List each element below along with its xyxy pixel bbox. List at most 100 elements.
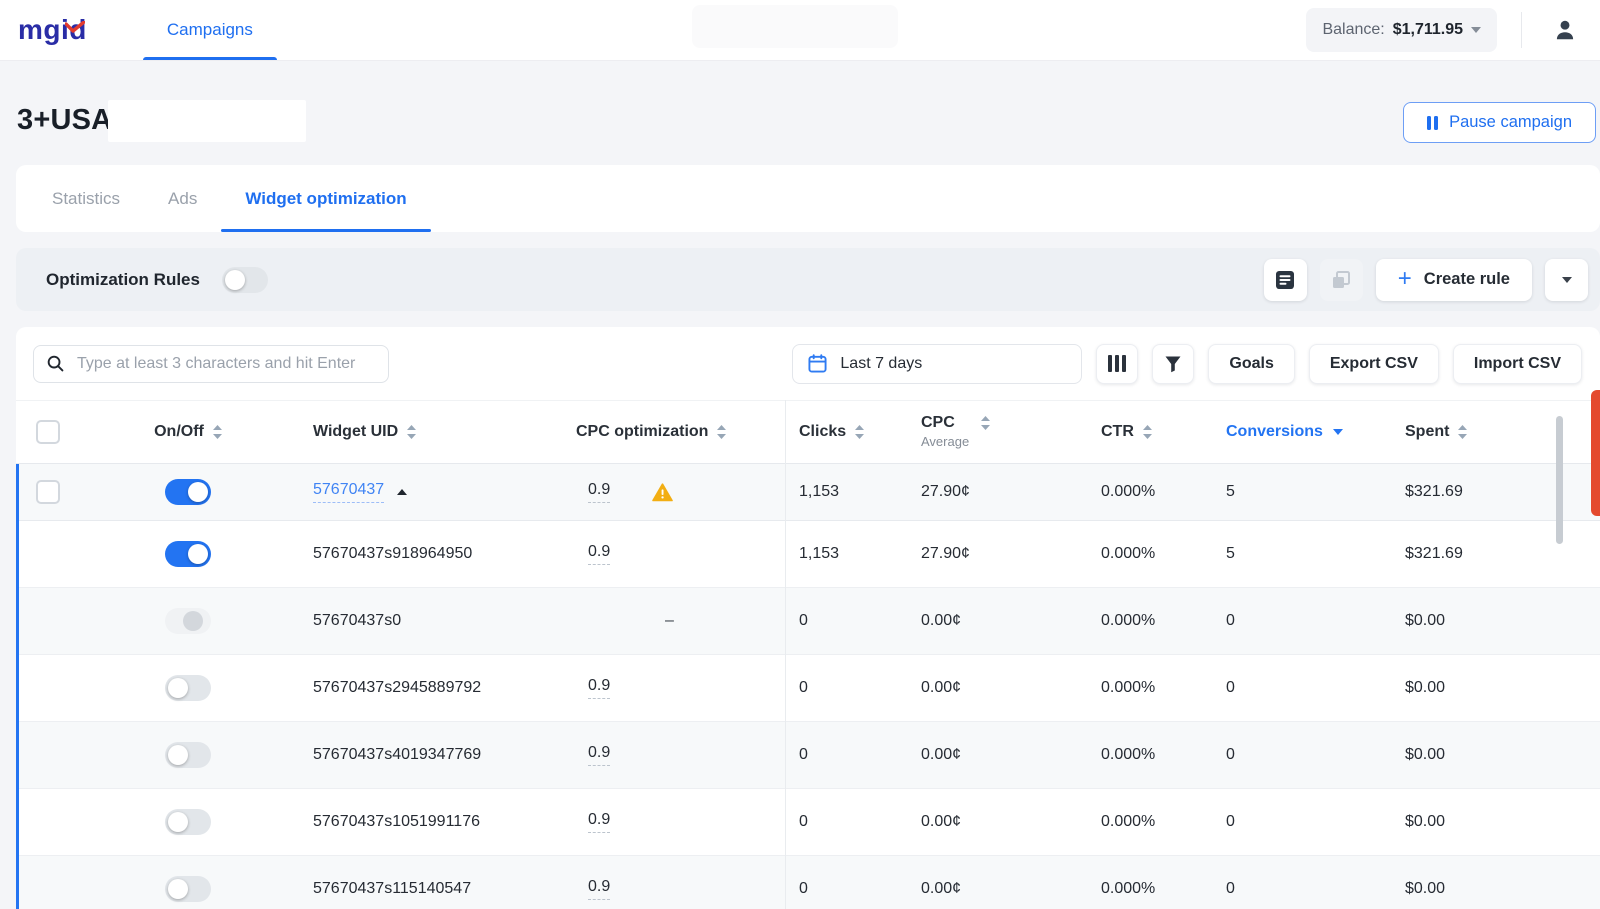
cpc-optimization-value[interactable]: 0.9 [588, 811, 610, 833]
search-input[interactable] [75, 354, 376, 374]
table-column-divider [785, 400, 786, 909]
header-on-off[interactable]: On/Off [76, 423, 300, 441]
columns-settings-button[interactable] [1096, 344, 1138, 384]
header-cpc-optimization[interactable]: CPC optimization [560, 423, 785, 441]
calendar-icon [808, 354, 827, 373]
row-on-off-toggle[interactable] [165, 742, 211, 768]
create-rule-label: Create rule [1424, 270, 1510, 289]
mgid-logo[interactable]: mgid [18, 16, 87, 44]
tab-ads[interactable]: Ads [144, 165, 221, 232]
nav-campaigns[interactable]: Campaigns [143, 0, 277, 60]
cpc-value: 0.00¢ [921, 813, 961, 831]
logo-check-icon [65, 10, 85, 38]
conversions-value: 0 [1226, 880, 1235, 898]
goals-button[interactable]: Goals [1208, 344, 1294, 384]
top-bar: mgid Campaigns Balance: $1,711.95 [0, 0, 1600, 61]
table-body: 57670437 0.9 1,153 27.90¢ 0.000% 5 $321.69 5767… [16, 464, 1600, 909]
row-on-off-toggle[interactable] [165, 809, 211, 835]
conversions-value: 0 [1226, 813, 1235, 831]
balance-label: Balance: [1322, 21, 1384, 39]
row-on-off-toggle[interactable] [165, 876, 211, 902]
ctr-value: 0.000% [1101, 813, 1155, 831]
sort-arrows-icon[interactable] [213, 425, 222, 439]
warning-icon[interactable] [652, 483, 673, 502]
clicks-value: 1,153 [799, 545, 839, 563]
caret-down-icon [1471, 27, 1481, 33]
cpc-value: 0.00¢ [921, 746, 961, 764]
campaign-tabs: Statistics Ads Widget optimization [16, 165, 1600, 232]
conversions-value: 0 [1226, 612, 1235, 630]
conversions-value: 0 [1226, 746, 1235, 764]
clicks-value: 0 [799, 746, 808, 764]
widget-optimization-panel: Last 7 days Goals Export CSV Import CSV … [16, 327, 1600, 909]
sort-arrows-icon[interactable] [717, 425, 726, 439]
duplicate-rules-button [1320, 259, 1363, 301]
clicks-value: 1,153 [799, 483, 839, 501]
conversions-value: 5 [1226, 483, 1235, 501]
sort-arrows-icon[interactable] [855, 425, 864, 439]
widgets-table: On/Off Widget UID CPC optimization Click… [16, 400, 1600, 909]
sort-arrows-icon[interactable] [1143, 425, 1152, 439]
widget-uid-value: 57670437s0 [313, 612, 401, 630]
feedback-side-tab[interactable] [1591, 390, 1600, 516]
balance-value: $1,711.95 [1393, 21, 1463, 39]
header-spent[interactable]: Spent [1385, 423, 1600, 441]
cpc-optimization-value[interactable]: 0.9 [588, 677, 610, 699]
redacted-header-block [692, 5, 898, 48]
spent-value: $0.00 [1405, 679, 1445, 697]
funnel-icon [1164, 355, 1182, 373]
balance-dropdown[interactable]: Balance: $1,711.95 [1306, 8, 1497, 52]
collapse-caret-icon[interactable] [397, 489, 407, 495]
header-clicks[interactable]: Clicks [785, 423, 905, 441]
spent-value: $0.00 [1405, 880, 1445, 898]
spent-value: $321.69 [1405, 545, 1463, 563]
date-range-picker[interactable]: Last 7 days [792, 344, 1082, 384]
header-widget-uid[interactable]: Widget UID [300, 423, 560, 441]
spent-value: $0.00 [1405, 813, 1445, 831]
cpc-value: 0.00¢ [921, 679, 961, 697]
row-on-off-toggle[interactable] [165, 541, 211, 567]
select-all-checkbox[interactable] [36, 420, 60, 444]
ctr-value: 0.000% [1101, 612, 1155, 630]
ctr-value: 0.000% [1101, 545, 1155, 563]
cpc-optimization-value[interactable]: 0.9 [588, 744, 610, 766]
rules-log-button[interactable] [1264, 259, 1307, 301]
pause-campaign-button[interactable]: Pause campaign [1403, 102, 1596, 143]
header-conversions[interactable]: Conversions [1210, 423, 1385, 441]
vertical-scrollbar[interactable] [1556, 416, 1563, 544]
widget-uid-value: 57670437s918964950 [313, 545, 472, 563]
topbar-divider [1521, 12, 1522, 48]
header-ctr[interactable]: CTR [1085, 423, 1210, 441]
sort-arrows-icon[interactable] [1458, 425, 1467, 439]
filter-button[interactable] [1152, 344, 1194, 384]
tab-widget-optimization[interactable]: Widget optimization [221, 165, 430, 232]
export-csv-button[interactable]: Export CSV [1309, 344, 1439, 384]
user-menu-button[interactable] [1542, 7, 1588, 53]
cpc-value: 27.90¢ [921, 545, 970, 563]
tab-statistics[interactable]: Statistics [28, 165, 144, 232]
date-range-value: Last 7 days [840, 355, 922, 373]
sort-arrows-icon[interactable] [981, 416, 990, 430]
row-on-off-toggle [165, 608, 211, 634]
cpc-optimization-value[interactable]: 0.9 [588, 543, 610, 565]
header-cpc[interactable]: CPC Average [905, 414, 1085, 450]
search-icon [46, 354, 65, 373]
optimization-rules-toggle[interactable] [222, 267, 268, 293]
widget-uid-link[interactable]: 57670437 [313, 481, 384, 503]
cpc-optimization-value[interactable]: 0.9 [588, 481, 610, 503]
optimization-rules-label: Optimization Rules [46, 270, 200, 290]
create-rule-more-button[interactable] [1545, 259, 1588, 301]
sort-arrows-icon[interactable] [407, 425, 416, 439]
cpc-value: 27.90¢ [921, 483, 970, 501]
cpc-value: 0.00¢ [921, 880, 961, 898]
widget-search[interactable] [33, 345, 389, 383]
import-csv-button[interactable]: Import CSV [1453, 344, 1582, 384]
pause-campaign-label: Pause campaign [1449, 113, 1572, 132]
row-on-off-toggle[interactable] [165, 675, 211, 701]
row-on-off-toggle[interactable] [165, 479, 211, 505]
cpc-optimization-value[interactable]: 0.9 [588, 878, 610, 900]
widget-uid-value: 57670437s2945889792 [313, 679, 481, 697]
table-row: 57670437s9189649500.91,15327.90¢0.000%5$… [19, 521, 1600, 588]
row-checkbox[interactable] [36, 480, 60, 504]
create-rule-button[interactable]: + Create rule [1376, 259, 1532, 301]
